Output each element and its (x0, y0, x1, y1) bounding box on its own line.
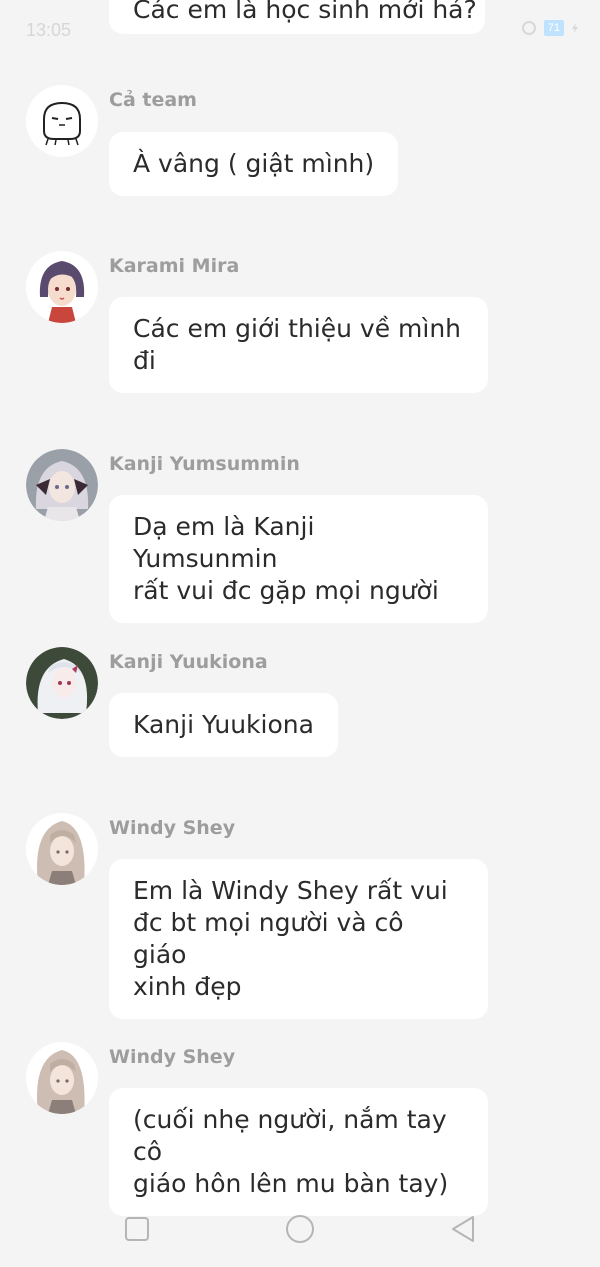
anime-girl-silver-hair-avatar[interactable] (26, 449, 98, 521)
sender-name: Windy Shey (109, 1046, 236, 1068)
battery-icon: 71 (543, 20, 564, 36)
anime-girl-beige-hair-avatar[interactable] (26, 813, 98, 885)
anime-girl-beige-hair-avatar[interactable] (26, 1042, 98, 1114)
anime-girl-white-hair-avatar[interactable] (26, 647, 98, 719)
back-icon[interactable] (448, 1214, 478, 1244)
sender-name: Kanji Yuukiona (109, 651, 268, 673)
message-bubble: Các em giới thiệu về mình đi (109, 297, 488, 393)
home-icon[interactable] (285, 1214, 315, 1244)
sender-name: Cả team (109, 89, 197, 111)
sender-name: Kanji Yumsummin (109, 453, 300, 475)
recent-apps-icon[interactable] (122, 1214, 152, 1244)
status-icons: 71 (521, 20, 578, 36)
charging-icon (572, 23, 578, 33)
mascot-avatar[interactable] (26, 85, 98, 157)
message-bubble: Kanji Yuukiona (109, 693, 338, 757)
status-time: 13:05 (26, 20, 72, 40)
message-bubble: Em là Windy Shey rất vui đc bt mọi người… (109, 859, 488, 1019)
system-nav-bar (0, 1190, 600, 1267)
message-bubble: Dạ em là Kanji Yumsunmin rất vui đc gặp … (109, 495, 488, 623)
anime-girl-purple-hair-avatar[interactable] (26, 251, 98, 323)
message-bubble: À vâng ( giật mình) (109, 132, 399, 196)
message-bubble-partial: Các em là học sinh mới hả? (109, 0, 485, 34)
sender-name: Karami Mira (109, 255, 240, 277)
alarm-icon (521, 21, 536, 35)
sender-name: Windy Shey (109, 817, 236, 839)
